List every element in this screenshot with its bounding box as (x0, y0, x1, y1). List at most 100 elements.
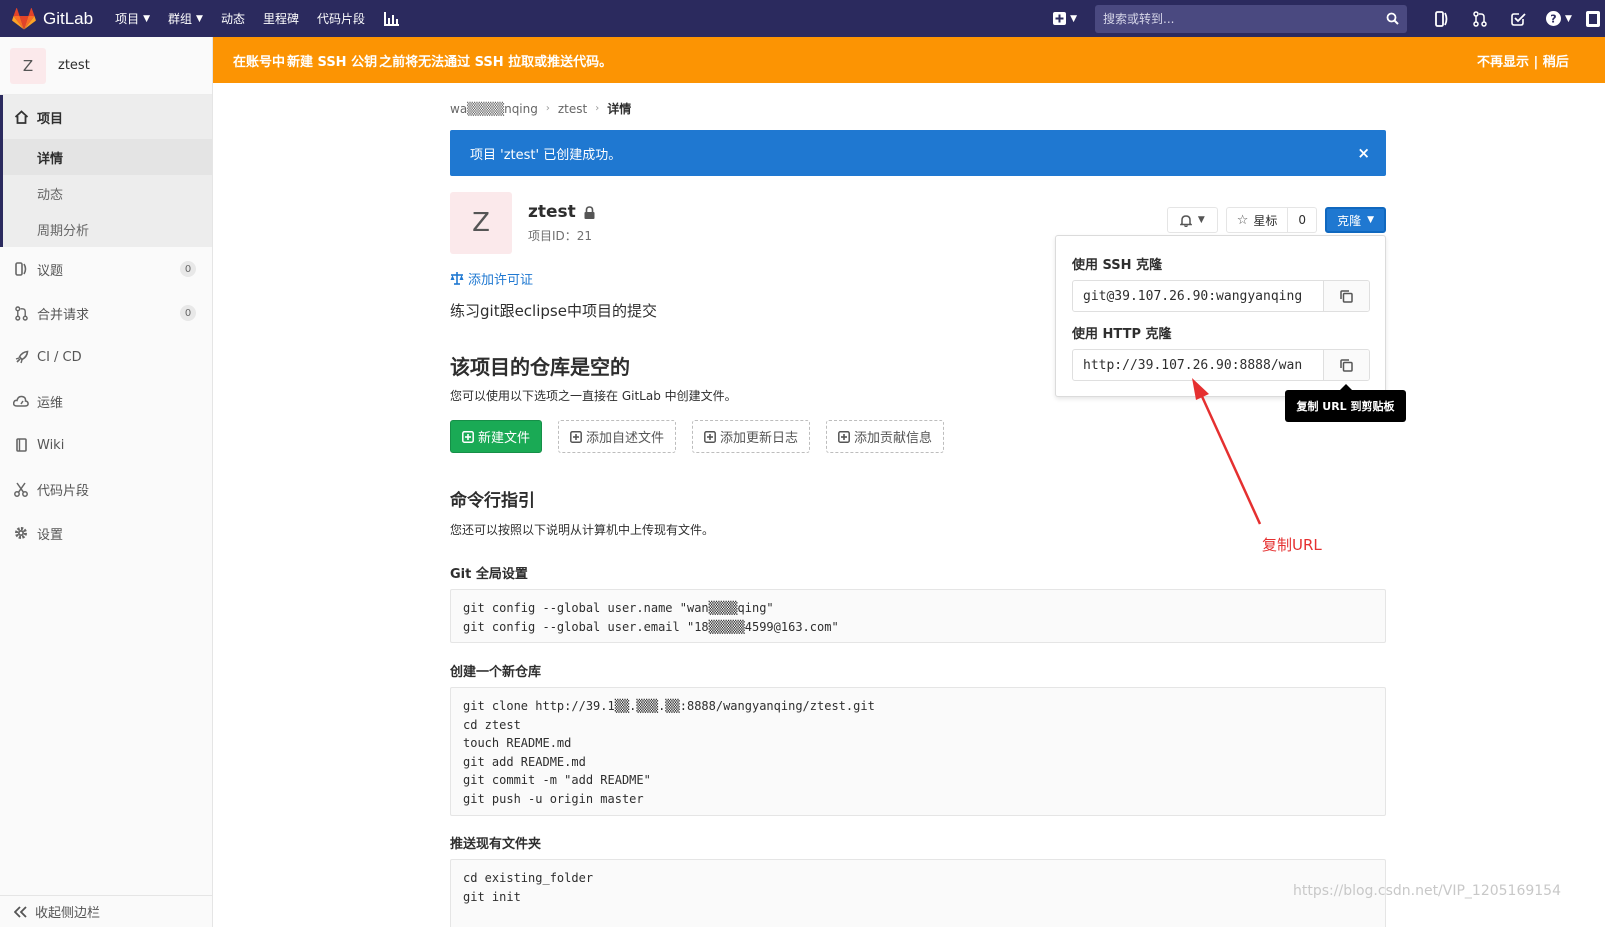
sidebar-item-issues-label: 议题 (37, 263, 64, 279)
http-url-value[interactable]: http://39.107.26.90:8888/wan (1073, 350, 1323, 380)
breadcrumb-project[interactable]: ztest (558, 102, 587, 116)
git-global-setup-code[interactable]: git config --global user.name "wan▒▒▒▒qi… (450, 589, 1386, 643)
sidebar-item-merge-requests[interactable]: 合并请求 0 (0, 291, 212, 335)
plus-square-icon (838, 430, 850, 443)
sidebar-item-snippets-label: 代码片段 (37, 483, 90, 499)
nav-activity[interactable]: 动态 (221, 10, 245, 27)
merge-request-icon (13, 305, 29, 321)
project-id: 项目ID：21 (528, 229, 593, 243)
flash-close-icon[interactable]: × (1357, 144, 1370, 162)
cli-text: 您还可以按照以下说明从计算机中上传现有文件。 (450, 523, 715, 537)
todos-top-button[interactable] (1499, 12, 1537, 26)
sidebar-project-header[interactable]: Z ztest (0, 37, 212, 95)
user-avatar-button[interactable] (1581, 10, 1605, 27)
gitlab-logo[interactable]: GitLab (12, 7, 93, 30)
plus-square-icon (1053, 12, 1067, 25)
nav-milestones[interactable]: 里程碑 (263, 10, 299, 27)
nav-activity-label: 动态 (220, 12, 245, 26)
issues-top-button[interactable] (1423, 10, 1461, 27)
todo-check-icon (1510, 12, 1526, 26)
help-circle-icon: ? (1546, 11, 1562, 26)
issues-count-badge: 0 (180, 261, 196, 277)
merge-requests-top-button[interactable] (1461, 10, 1499, 27)
star-button-group: ☆ 星标 0 (1225, 207, 1318, 233)
git-global-setup-title: Git 全局设置 (450, 567, 528, 582)
nav-milestones-label: 里程碑 (262, 12, 299, 26)
sidebar-sub-details[interactable]: 详情 (3, 139, 212, 175)
add-contributing-button[interactable]: 添加贡献信息 (826, 420, 945, 453)
clone-button[interactable]: 克隆 ▼ (1325, 207, 1386, 233)
search-input[interactable] (1103, 11, 1386, 26)
sidebar-item-cicd[interactable]: CI / CD (0, 335, 212, 379)
file-create-buttons: 新建文件 添加自述文件 添加更新日志 添加贡献信息 (450, 420, 960, 453)
issues-icon (1435, 10, 1448, 27)
nav-analytics[interactable] (383, 11, 400, 26)
sidebar-item-issues[interactable]: 议题 0 (0, 247, 212, 291)
add-changelog-label: 添加更新日志 (720, 431, 799, 446)
sidebar-sub-activity[interactable]: 动态 (3, 175, 212, 211)
nav-snippets[interactable]: 代码片段 (317, 10, 365, 27)
breadcrumb-current[interactable]: 详情 (607, 100, 631, 117)
nav-projects[interactable]: 项目 ▼ (115, 10, 150, 27)
existing-folder-code[interactable]: cd existing_folder git init (450, 859, 1386, 927)
star-button[interactable]: ☆ 星标 (1225, 207, 1289, 233)
add-license-link[interactable]: 添加许可证 (450, 269, 533, 288)
http-url-field[interactable]: http://39.107.26.90:8888/wan (1072, 349, 1370, 381)
sidebar-item-wiki[interactable]: Wiki (0, 423, 212, 467)
ssh-url-value[interactable]: git@39.107.26.90:wangyanqing (1073, 281, 1323, 311)
copy-ssh-url-button[interactable] (1323, 281, 1369, 311)
clone-label: 克隆 (1337, 213, 1362, 228)
sidebar: Z ztest 项目 详情 动态 周期分析 议题 0 合并请求 0 CI / C… (0, 37, 213, 927)
chevron-down-icon: ▼ (196, 13, 203, 24)
copy-icon (1340, 289, 1353, 303)
breadcrumb-user[interactable]: wa▒▒▒▒nqing (450, 102, 538, 116)
sidebar-item-operations-label: 运维 (37, 395, 64, 411)
sidebar-item-operations[interactable]: 运维 (0, 379, 212, 423)
nav-projects-label: 项目 (115, 12, 140, 26)
new-file-button[interactable]: 新建文件 (450, 420, 543, 453)
bell-icon (1179, 214, 1192, 227)
notification-dropdown-button[interactable]: ▼ (1166, 207, 1218, 233)
flash-message: 项目 'ztest' 已创建成功。 (470, 147, 622, 163)
double-chevron-left-icon (14, 905, 27, 918)
new-repo-code[interactable]: git clone http://39.1▒▒.▒▒▒.▒▒:8888/wang… (450, 687, 1386, 816)
star-label: 星标 (1253, 213, 1278, 228)
collapse-sidebar-button[interactable]: 收起侧边栏 (0, 895, 212, 927)
star-count[interactable]: 0 (1288, 207, 1318, 233)
copy-http-url-button[interactable] (1323, 350, 1369, 380)
add-ssh-key-link[interactable]: 新建 SSH 公钥 (287, 51, 377, 70)
project-header: Z ztest 项目ID：21 (450, 192, 595, 254)
add-changelog-button[interactable]: 添加更新日志 (692, 420, 811, 453)
home-icon (13, 110, 29, 124)
sidebar-item-settings[interactable]: 设置 (0, 511, 212, 555)
add-license-label: 添加许可证 (468, 273, 534, 288)
annotation-copy-url-text: 复制URL (1262, 536, 1322, 554)
sidebar-item-snippets[interactable]: 代码片段 (0, 467, 212, 511)
svg-text:?: ? (1550, 13, 1556, 26)
ssh-url-field[interactable]: git@39.107.26.90:wangyanqing (1072, 280, 1370, 312)
merge-requests-count-badge: 0 (180, 305, 196, 321)
chevron-down-icon: ▼ (1565, 13, 1572, 24)
bar-chart-icon (384, 11, 400, 26)
project-description: 练习git跟eclipse中项目的提交 (450, 302, 657, 320)
watermark: https://blog.csdn.net/VIP_1205169154 (1293, 883, 1561, 899)
add-readme-button[interactable]: 添加自述文件 (558, 420, 677, 453)
chevron-right-icon: › (595, 103, 600, 114)
nav-groups[interactable]: 群组 ▼ (168, 10, 203, 27)
add-contributing-label: 添加贡献信息 (854, 431, 933, 446)
help-dropdown-button[interactable]: ? ▼ (1537, 11, 1581, 26)
search-box[interactable] (1095, 4, 1407, 33)
scale-balance-icon (450, 272, 464, 285)
sidebar-item-settings-label: 设置 (37, 527, 64, 543)
book-icon (13, 438, 29, 452)
existing-folder-title: 推送现有文件夹 (450, 837, 542, 852)
new-dropdown-button[interactable]: ▼ (1053, 12, 1077, 25)
sidebar-sub-cycle-analytics[interactable]: 周期分析 (3, 211, 212, 247)
merge-request-icon (1473, 10, 1487, 27)
nav-groups-label: 群组 (168, 12, 193, 26)
banner-dismiss-links[interactable]: 不再显示 | 稍后 (1477, 51, 1605, 70)
collapse-sidebar-label: 收起侧边栏 (35, 906, 101, 921)
plus-square-icon (570, 430, 582, 443)
rocket-icon (13, 350, 29, 365)
sidebar-item-project[interactable]: 项目 (3, 95, 212, 139)
